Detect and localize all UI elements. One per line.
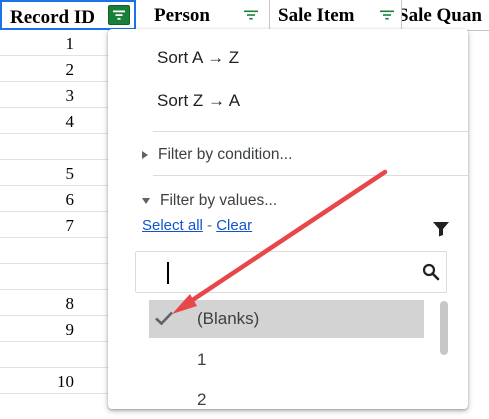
filter-by-condition-toggle[interactable]: Filter by condition... [142,146,292,164]
value-option-label: 1 [197,350,207,369]
column-header-label: Sale Quan [402,5,482,26]
table-row[interactable] [0,342,108,368]
collapse-icon [142,198,150,204]
filter-by-values-label: Filter by values... [160,192,278,209]
menu-divider [153,175,468,176]
table-row[interactable]: 1 [0,30,108,56]
filter-by-values-toggle[interactable]: Filter by values... [142,192,277,210]
table-row[interactable]: 10 [0,368,108,394]
value-option-blanks[interactable]: (Blanks) [149,300,424,338]
filter-icon[interactable] [376,5,398,25]
search-icon[interactable] [422,263,440,286]
record-id-cell: 2 [65,60,75,79]
record-id-cell: 6 [65,190,75,209]
column-header-label: Sale Item [278,5,355,26]
column-header-person[interactable]: Person [136,0,270,30]
table-row[interactable]: 6 [0,186,108,212]
filter-icon[interactable] [108,5,130,25]
record-id-cell: 9 [65,320,75,339]
table-row[interactable]: 4 [0,108,108,134]
table-row[interactable] [0,238,108,264]
filter-menu: Sort A → Z Sort Z → A Filter by conditio… [108,29,468,409]
funnel-icon[interactable] [432,221,450,242]
record-id-column: 1 2 3 4 5 6 7 8 9 10 [0,30,108,394]
value-option-label: 2 [197,390,207,409]
record-id-cell: 4 [65,112,75,131]
sort-z-a-option[interactable]: Sort Z → A [157,91,240,111]
record-id-cell: 8 [65,294,75,313]
record-id-cell: 7 [65,216,75,235]
column-header-record-id[interactable]: Record ID [0,0,136,30]
value-option-label: (Blanks) [197,309,260,328]
table-row[interactable]: 8 [0,290,108,316]
column-header-label: Person [154,5,210,26]
table-row[interactable]: 7 [0,212,108,238]
column-header-sale-quantity[interactable]: Sale Quan [402,0,489,30]
table-row[interactable]: 2 [0,56,108,82]
select-all-link[interactable]: Select all [142,217,203,234]
column-header-row: Record ID Person Sale Item Sale Quan [0,0,489,31]
filter-by-condition-label: Filter by condition... [158,146,293,163]
table-row[interactable] [0,264,108,290]
search-values-input[interactable] [135,251,447,293]
value-option-2[interactable]: 2 [149,381,424,419]
column-header-sale-item[interactable]: Sale Item [270,0,402,30]
record-id-cell: 1 [65,34,75,53]
record-id-cell: 10 [57,372,74,391]
check-icon [154,310,174,331]
table-row[interactable]: 5 [0,160,108,186]
clear-link[interactable]: Clear [216,217,252,234]
record-id-cell: 5 [65,164,75,183]
value-option-1[interactable]: 1 [149,341,424,379]
record-id-cell: 3 [65,86,75,105]
link-separator: - [202,217,217,234]
values-scrollbar[interactable] [440,301,448,355]
table-row[interactable]: 3 [0,82,108,108]
sort-a-z-option[interactable]: Sort A → Z [157,48,239,68]
select-links: Select all - Clear [142,217,252,234]
expand-icon [142,151,148,159]
column-header-label: Record ID [10,7,95,28]
text-cursor [167,262,169,284]
table-row[interactable]: 9 [0,316,108,342]
filter-icon[interactable] [240,5,262,25]
menu-divider [153,131,468,132]
table-row[interactable] [0,134,108,160]
